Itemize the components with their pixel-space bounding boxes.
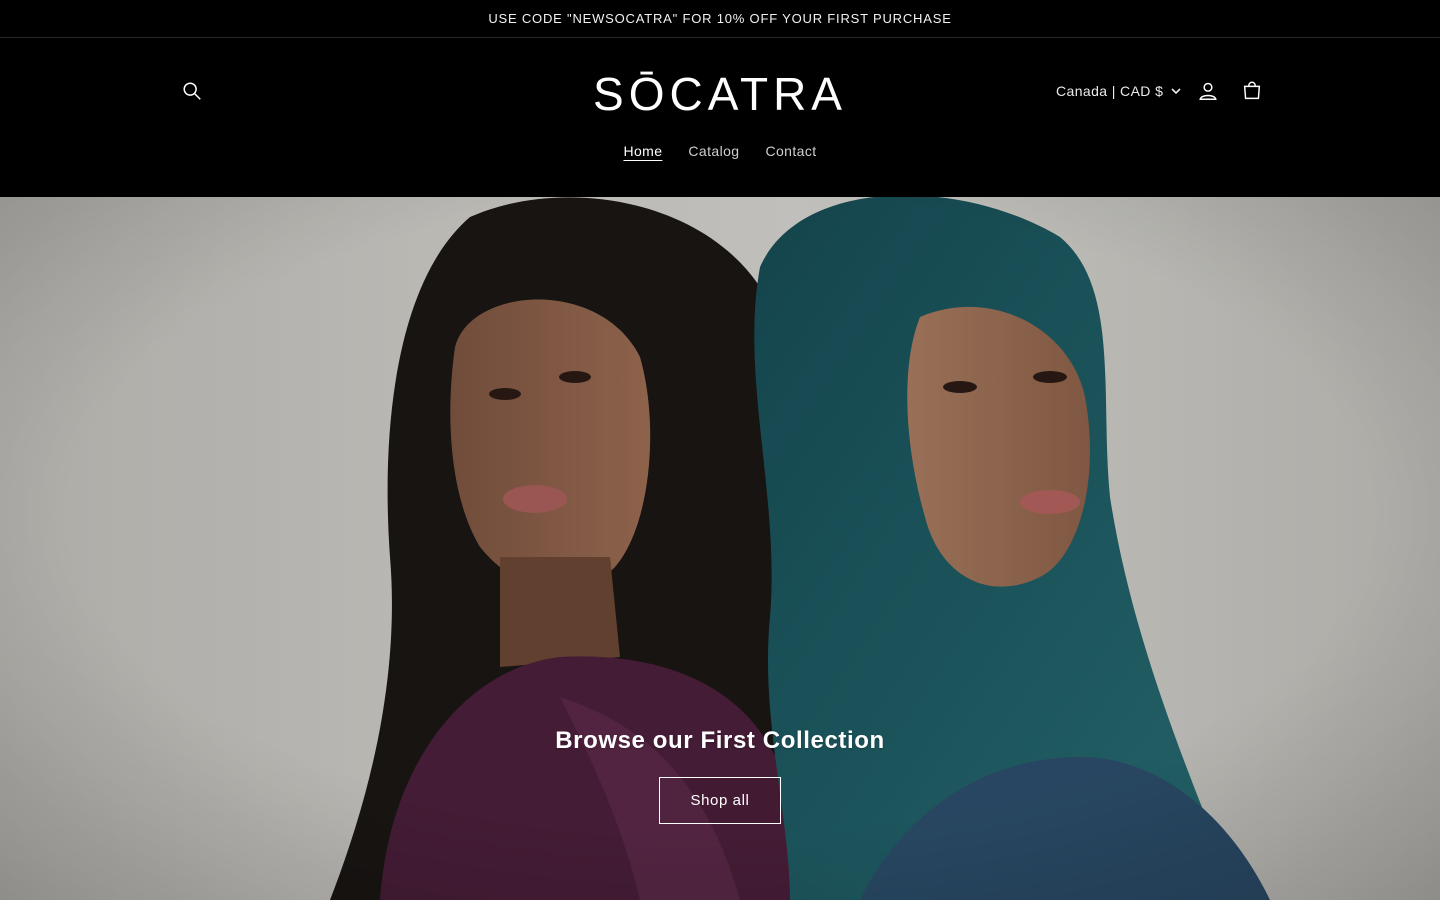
announcement-text: USE CODE "NEWSOCATRA" FOR 10% OFF YOUR F… bbox=[488, 11, 952, 26]
cart-icon bbox=[1243, 81, 1261, 100]
site-header: SŌCATRA Canada | CAD $ Home Catalog Cont… bbox=[0, 39, 1440, 197]
main-nav: Home Catalog Contact bbox=[0, 143, 1440, 169]
nav-item-contact[interactable]: Contact bbox=[764, 143, 817, 169]
account-button[interactable] bbox=[1188, 71, 1228, 111]
country-selector[interactable]: Canada | CAD $ bbox=[1056, 78, 1181, 104]
nav-item-home[interactable]: Home bbox=[622, 143, 663, 169]
nav-item-catalog[interactable]: Catalog bbox=[687, 143, 740, 169]
country-selector-label: Canada | CAD $ bbox=[1056, 83, 1164, 99]
hero-title: Browse our First Collection bbox=[555, 727, 885, 754]
site-logo[interactable]: SŌCATRA bbox=[560, 61, 880, 127]
search-button[interactable] bbox=[172, 71, 212, 111]
cart-button[interactable] bbox=[1232, 71, 1272, 111]
logo-text: SŌCATRA bbox=[593, 68, 847, 120]
hero-content: Browse our First Collection Shop all bbox=[0, 727, 1440, 824]
hero-banner: Browse our First Collection Shop all bbox=[0, 197, 1440, 900]
chevron-down-icon bbox=[1171, 88, 1181, 95]
shop-all-button[interactable]: Shop all bbox=[659, 777, 781, 824]
search-icon bbox=[183, 82, 201, 100]
announcement-bar: USE CODE "NEWSOCATRA" FOR 10% OFF YOUR F… bbox=[0, 0, 1440, 38]
account-icon bbox=[1199, 82, 1217, 100]
